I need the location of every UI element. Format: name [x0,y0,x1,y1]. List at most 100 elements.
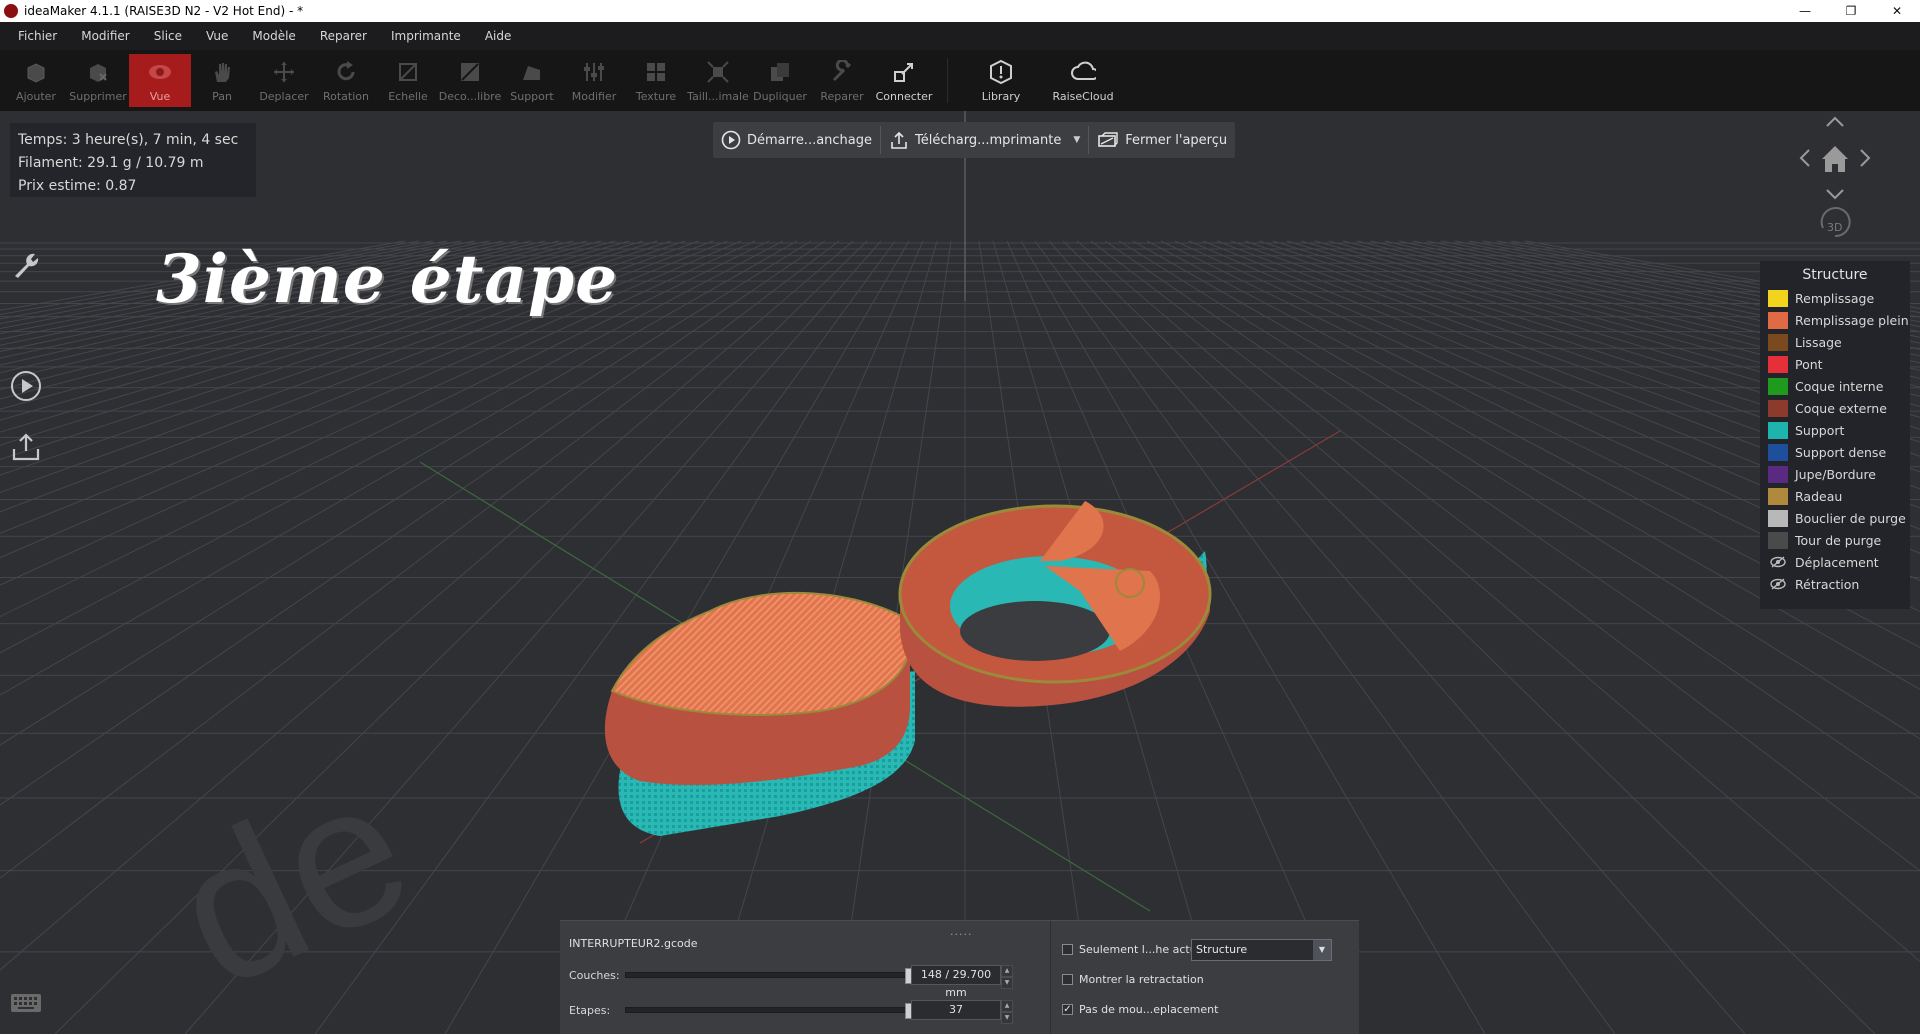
color-swatch [1768,355,1788,373]
library-button[interactable]: Library [960,50,1042,111]
legend-item[interactable]: Support [1760,419,1910,441]
steps-slider[interactable] [625,1003,915,1019]
legend-item[interactable]: Jupe/Bordure [1760,463,1910,485]
watermark-text: de [144,734,440,1030]
layers-slider[interactable] [625,968,915,984]
legend-item-label: Lissage [1795,334,1842,350]
option-show-retraction[interactable]: Montrer la retractation [1062,973,1204,986]
menu-imprimante[interactable]: Imprimante [379,29,473,43]
app-window: ideaMaker 4.1.1 (RAISE3D N2 - V2 Hot End… [0,0,1920,1034]
minimize-button[interactable]: — [1782,0,1828,22]
legend-item[interactable]: Remplissage plein [1760,309,1910,331]
legend-item[interactable]: Rétraction [1760,573,1910,595]
delete-icon [85,59,111,85]
legend-item[interactable]: Déplacement [1760,551,1910,573]
view-button[interactable]: Vue [129,54,191,107]
menu-modifier[interactable]: Modifier [69,29,142,43]
legend-item[interactable]: Tour de purge [1760,529,1910,551]
legend-item[interactable]: Support dense [1760,441,1910,463]
home-icon[interactable] [1822,146,1848,172]
legend-item-label: Support dense [1795,444,1887,460]
layers-value-field[interactable]: 148 / 29.700 mm [911,965,1001,999]
duplicate-button[interactable]: Dupliquer [749,50,811,111]
add-model-button[interactable]: Ajouter [5,50,67,111]
legend-item-label: Remplissage [1795,290,1875,306]
menu-vue[interactable]: Vue [194,29,240,43]
checkbox[interactable]: ✓ [1062,1004,1073,1015]
export-icon[interactable] [9,430,43,464]
legend-item[interactable]: Remplissage [1760,287,1910,309]
steps-stepper[interactable]: ▲ ▼ [1001,1000,1013,1024]
move-button[interactable]: Deplacer [253,50,315,111]
tool-label: Supprimer [69,89,127,103]
support-button[interactable]: Support [501,50,563,111]
legend-item-label: Tour de purge [1795,532,1882,548]
legend-item[interactable]: Lissage [1760,331,1910,353]
delete-button[interactable]: Supprimer [67,50,129,111]
color-swatch [1768,289,1788,307]
layers-stepper[interactable]: ▲ ▼ [1001,965,1013,989]
tool-label: Deplacer [259,89,309,103]
filament-usage: Filament: 29.1 g / 10.79 m [18,155,204,171]
start-printing-button[interactable]: Démarre...anchage [713,122,880,158]
tool-label: Texture [635,89,677,103]
stepper-up-icon[interactable]: ▲ [1001,1000,1013,1012]
view-mode-select[interactable]: Structure ▼ [1191,939,1332,961]
stepper-down-icon[interactable]: ▼ [1001,977,1013,989]
wrench-icon[interactable] [9,248,43,282]
menu-fichier[interactable]: Fichier [6,29,69,43]
chevron-left-icon[interactable] [1799,149,1810,167]
print-info-panel: Temps: 3 heure(s), 7 min, 4 sec Filament… [10,123,256,197]
cut-button[interactable]: Deco...libre [439,50,501,111]
upload-to-printer-label: Télécharg...mprimante [915,132,1062,148]
menu-reparer[interactable]: Reparer [308,29,379,43]
legend-item[interactable]: Coque interne [1760,375,1910,397]
legend-item[interactable]: Coque externe [1760,397,1910,419]
checkbox[interactable] [1062,974,1073,985]
rotate-button[interactable]: Rotation [315,50,377,111]
legend-item-label: Jupe/Bordure [1795,466,1876,482]
checkbox[interactable] [1062,944,1073,955]
steps-value-field[interactable]: 37 [911,1000,1001,1020]
color-swatch [1768,377,1788,395]
option-label: Montrer la retractation [1079,973,1204,986]
raisecloud-button[interactable]: RaiseCloud [1042,50,1124,111]
chevron-down-icon[interactable]: ▼ [1073,135,1080,145]
connect-button[interactable]: Connecter [873,50,935,111]
play-preview-icon[interactable] [9,369,43,403]
layers-label: Couches: [569,969,620,982]
menu-modele[interactable]: Modèle [240,29,307,43]
maximize-button[interactable]: ❐ [1828,0,1874,22]
chevron-down-icon[interactable] [1826,189,1844,200]
modifier-icon [581,59,607,85]
option-no-travel-moves[interactable]: ✓ Pas de mou...eplacement [1062,1003,1218,1016]
stepper-down-icon[interactable]: ▼ [1001,1012,1013,1024]
menu-slice[interactable]: Slice [142,29,194,43]
legend-item[interactable]: Pont [1760,353,1910,375]
color-swatch [1768,333,1788,351]
upload-to-printer-button[interactable]: Télécharg...mprimante ▼ [881,122,1088,158]
texture-button[interactable]: Texture [625,50,687,111]
scale-button[interactable]: Echelle [377,50,439,111]
tool-label: Library [981,89,1021,103]
close-preview-button[interactable]: Fermer l'aperçu [1089,122,1235,158]
tool-label: Reparer [820,89,864,103]
color-swatch [1768,509,1788,527]
optimal-size-button[interactable]: Taill...imale [687,50,749,111]
menu-aide[interactable]: Aide [473,29,524,43]
repair-button[interactable]: Reparer [811,50,873,111]
stepper-up-icon[interactable]: ▲ [1001,965,1013,977]
chevron-right-icon[interactable] [1860,149,1871,167]
close-button[interactable]: ✕ [1874,0,1920,22]
eye-hidden-icon[interactable] [1768,578,1788,590]
pan-button[interactable]: Pan [191,50,253,111]
keyboard-icon[interactable] [10,992,42,1014]
chevron-up-icon[interactable] [1826,116,1844,127]
display-options: Seulement l...he actuelle Montrer la ret… [1050,921,1359,1034]
legend-item[interactable]: Bouclier de purge [1760,507,1910,529]
modifier-button[interactable]: Modifier [563,50,625,111]
chevron-down-icon[interactable]: ▼ [1313,940,1331,960]
legend-item[interactable]: Radeau [1760,485,1910,507]
eye-hidden-icon[interactable] [1768,556,1788,568]
view-navigation-widget: 3D [1795,114,1885,244]
